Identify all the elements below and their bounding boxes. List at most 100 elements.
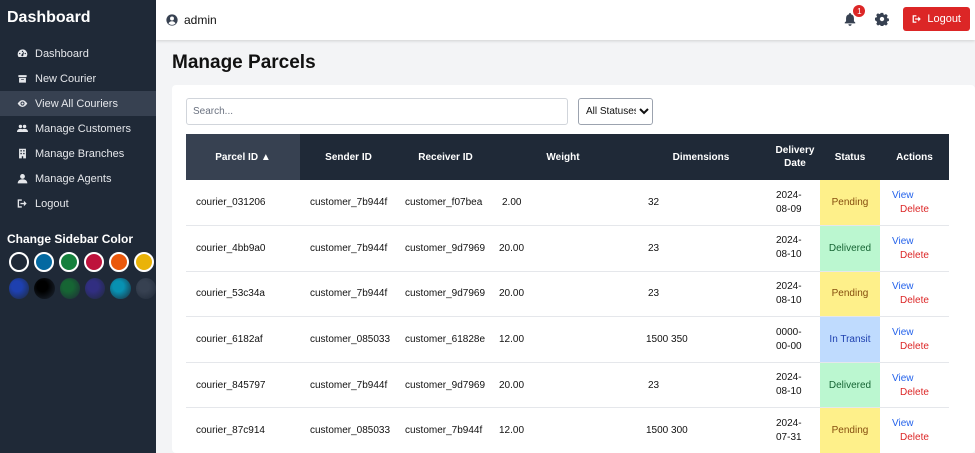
sidebar-item-label: Manage Branches xyxy=(35,147,125,160)
date-month-day: 08-09 xyxy=(776,203,802,215)
notifications-button[interactable]: 1 xyxy=(843,5,866,26)
cell-parcel-id: courier_845797 xyxy=(196,379,266,391)
sidebar-item-manage-customers[interactable]: Manage Customers xyxy=(0,116,156,141)
date-month-day: 08-10 xyxy=(776,249,802,261)
view-link[interactable]: View xyxy=(890,373,945,384)
col-parcel-id[interactable]: Parcel ID ▲ xyxy=(186,134,300,180)
status-badge: Pending xyxy=(820,180,880,226)
cell-sender-id: customer_085033 xyxy=(310,334,391,346)
cell-weight: 20.00 xyxy=(499,379,525,391)
color-swatch[interactable] xyxy=(135,278,156,299)
status-badge: In Transit xyxy=(820,316,880,363)
sign-out-icon xyxy=(912,15,922,23)
color-swatch[interactable] xyxy=(34,252,54,272)
box-icon xyxy=(16,73,28,85)
topbar-actions: 1 Logout xyxy=(843,5,970,31)
col-weight[interactable]: Weight xyxy=(494,134,632,180)
gauge-icon xyxy=(16,48,28,60)
username: admin xyxy=(184,13,217,27)
date-month-day: 07-31 xyxy=(776,431,802,443)
sidebar-item-manage-agents[interactable]: Manage Agents xyxy=(0,166,156,191)
sidebar-item-dashboard[interactable]: Dashboard xyxy=(0,41,156,66)
cell-sender-id: customer_7b944f xyxy=(310,288,388,300)
sidebar-item-new-courier[interactable]: New Courier xyxy=(0,66,156,91)
view-link[interactable]: View xyxy=(890,190,945,201)
cell-delivery-date: 2024- 08-10 xyxy=(770,362,820,408)
date-year: 2024- xyxy=(776,280,802,292)
cell-weight: 2.00 xyxy=(502,197,522,209)
cell-receiver-id: customer_61828e xyxy=(405,334,486,346)
col-receiver-id[interactable]: Receiver ID xyxy=(397,134,494,180)
cell-actions: View Delete xyxy=(880,408,949,453)
sidebar-item-label: Dashboard xyxy=(35,47,89,60)
sign-out-icon xyxy=(16,198,28,210)
color-swatch[interactable] xyxy=(59,278,80,299)
settings-button[interactable] xyxy=(875,12,890,27)
date-month-day: 00-00 xyxy=(776,340,802,352)
cell-parcel-id: courier_4bb9a0 xyxy=(196,242,266,254)
cell-actions: View Delete xyxy=(880,180,949,226)
topbar: admin 1 Logout xyxy=(156,0,975,40)
color-swatch[interactable] xyxy=(34,278,55,299)
delete-link[interactable]: Delete xyxy=(890,295,945,306)
color-swatch[interactable] xyxy=(110,278,131,299)
cell-sender-id: customer_7b944f xyxy=(310,197,388,209)
delete-link[interactable]: Delete xyxy=(890,432,945,443)
status-badge: Pending xyxy=(820,407,880,453)
color-swatch[interactable] xyxy=(84,252,104,272)
date-month-day: 08-10 xyxy=(776,294,802,306)
delete-link[interactable]: Delete xyxy=(890,204,945,215)
col-sender-id[interactable]: Sender ID xyxy=(300,134,397,180)
color-swatch[interactable] xyxy=(84,278,106,299)
color-swatch[interactable] xyxy=(134,252,154,272)
status-badge: Pending xyxy=(820,271,880,317)
col-status[interactable]: Status xyxy=(820,134,880,180)
cell-receiver-id: customer_9d7969 xyxy=(405,379,486,391)
cell-actions: View Delete xyxy=(880,271,949,317)
cell-delivery-date: 2024- 08-10 xyxy=(770,271,820,317)
color-swatch[interactable] xyxy=(9,278,30,299)
eye-icon xyxy=(16,98,28,110)
search-input[interactable] xyxy=(186,98,568,125)
sidebar-item-manage-branches[interactable]: Manage Branches xyxy=(0,141,156,166)
view-link[interactable]: View xyxy=(890,418,945,429)
color-swatch[interactable] xyxy=(9,252,29,272)
page-title: Manage Parcels xyxy=(172,52,316,73)
user-icon xyxy=(16,173,28,185)
delete-link[interactable]: Delete xyxy=(890,387,945,398)
building-icon xyxy=(16,148,28,160)
cell-dimensions: 1500 350 xyxy=(646,334,688,346)
status-filter-select[interactable]: All Statuses xyxy=(578,98,653,125)
date-year: 2024- xyxy=(776,189,802,201)
view-link[interactable]: View xyxy=(890,281,945,292)
cell-dimensions: 32 xyxy=(648,197,660,209)
sidebar-nav: Dashboard New Courier View All Couriers … xyxy=(0,41,156,216)
color-swatch[interactable] xyxy=(109,252,129,272)
sidebar-item-label: View All Couriers xyxy=(35,97,118,110)
sidebar-item-logout[interactable]: Logout xyxy=(0,191,156,216)
user-circle-icon xyxy=(166,14,178,26)
cell-dimensions: 1500 300 xyxy=(646,425,688,437)
table-header-row: Parcel ID ▲ Sender ID Receiver ID Weight… xyxy=(186,134,949,180)
color-swatch[interactable] xyxy=(59,252,79,272)
cell-parcel-id: courier_6182af xyxy=(196,334,263,346)
color-swatch-row xyxy=(0,252,156,272)
delete-link[interactable]: Delete xyxy=(890,341,945,352)
cell-weight: 12.00 xyxy=(499,425,525,437)
logout-button[interactable]: Logout xyxy=(903,7,970,31)
sidebar-item-view-all-couriers[interactable]: View All Couriers xyxy=(0,91,156,116)
cell-delivery-date: 0000- 00-00 xyxy=(770,317,820,363)
cell-dimensions: 23 xyxy=(648,242,660,254)
col-dimensions[interactable]: Dimensions xyxy=(632,134,770,180)
table-row: courier_53c34a customer_7b944f customer_9d… xyxy=(186,271,949,317)
col-delivery-date[interactable]: Delivery Date xyxy=(770,134,820,180)
delete-link[interactable]: Delete xyxy=(890,250,945,261)
view-link[interactable]: View xyxy=(890,236,945,247)
cell-delivery-date: 2024- 08-09 xyxy=(770,180,820,226)
cell-parcel-id: courier_53c34a xyxy=(196,288,265,300)
sidebar-title: Dashboard xyxy=(7,9,91,26)
date-year: 2024- xyxy=(776,372,802,384)
sidebar-color-title: Change Sidebar Color xyxy=(7,232,134,246)
user-menu[interactable]: admin xyxy=(166,13,217,27)
view-link[interactable]: View xyxy=(890,327,945,338)
